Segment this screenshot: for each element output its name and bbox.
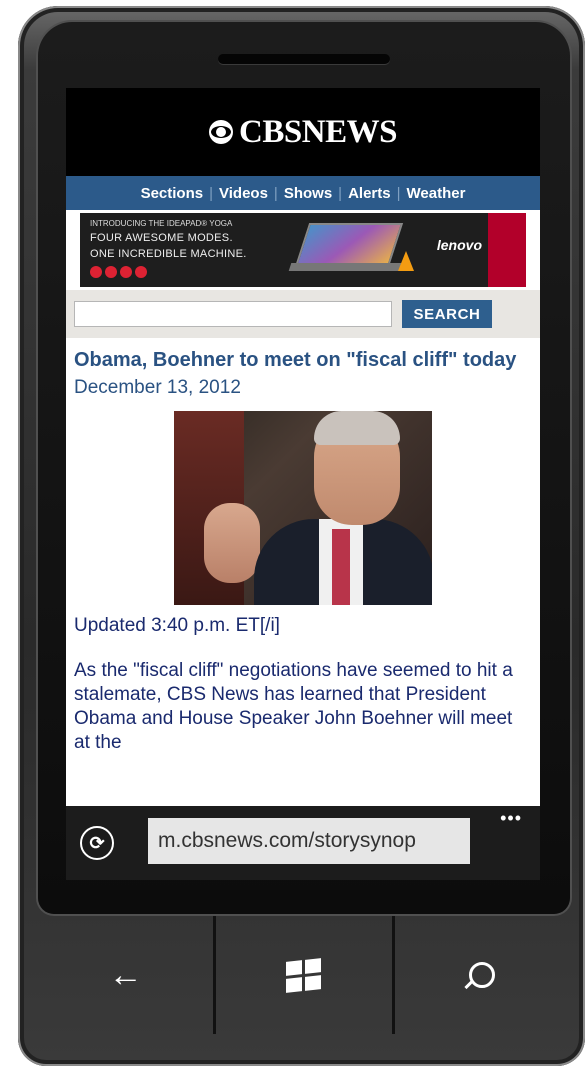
ad-kicker: INTRODUCING THE IDEAPAD® YOGA <box>90 219 233 228</box>
ad-red-tag <box>488 213 526 287</box>
nav-item-shows[interactable]: Shows <box>278 185 338 202</box>
browser-address-bar: ⟳ m.cbsnews.com/storysynop ••• <box>66 806 540 880</box>
article-headline[interactable]: Obama, Boehner to meet on "fiscal cliff"… <box>74 348 532 373</box>
site-header: CBSNEWS <box>66 88 540 176</box>
ad-line-2: ONE INCREDIBLE MACHINE. <box>90 248 247 260</box>
search-hardware-button[interactable] <box>395 916 570 1034</box>
cone-icon <box>398 251 414 271</box>
windows-logo-icon <box>286 957 322 993</box>
more-options-icon[interactable]: ••• <box>500 808 522 829</box>
updated-time: Updated 3:40 p.m. ET[/i] <box>74 615 280 636</box>
nav-item-alerts[interactable]: Alerts <box>342 185 397 202</box>
lenovo-ad-banner[interactable]: INTRODUCING THE IDEAPAD® YOGA FOUR AWESO… <box>80 213 526 287</box>
ad-mode-icons <box>90 266 290 278</box>
browser-viewport: CBSNEWS Sections | Videos | Shows | Aler… <box>66 88 540 880</box>
section-nav: Sections | Videos | Shows | Alerts | Wea… <box>66 176 540 210</box>
article-date: December 13, 2012 <box>74 377 241 398</box>
search-icon <box>469 962 496 988</box>
nav-item-weather[interactable]: Weather <box>401 185 472 202</box>
refresh-icon[interactable]: ⟳ <box>80 826 114 860</box>
article: Obama, Boehner to meet on "fiscal cliff"… <box>66 338 540 755</box>
search-button[interactable]: SEARCH <box>402 300 492 328</box>
ad-container: INTRODUCING THE IDEAPAD® YOGA FOUR AWESO… <box>66 210 540 290</box>
back-button[interactable]: ← <box>38 916 217 1034</box>
back-arrow-icon: ← <box>108 955 143 994</box>
article-photo[interactable] <box>174 411 432 605</box>
article-body: As the "fiscal cliff" negotiations have … <box>74 660 513 753</box>
search-input[interactable] <box>74 301 392 327</box>
site-logo[interactable]: CBSNEWS <box>239 114 397 151</box>
nav-item-sections[interactable]: Sections <box>135 185 210 202</box>
search-bar: SEARCH <box>66 290 540 338</box>
cbs-eye-logo-icon <box>209 120 234 144</box>
laptop-image <box>294 223 404 267</box>
url-field[interactable]: m.cbsnews.com/storysynop <box>148 818 470 864</box>
earpiece-speaker <box>218 54 390 64</box>
ad-brand-logo: lenovo <box>436 237 482 253</box>
nav-item-videos[interactable]: Videos <box>213 185 274 202</box>
ad-line-1: FOUR AWESOME MODES. <box>90 232 233 244</box>
hardware-buttons: ← <box>38 916 570 1034</box>
start-button[interactable] <box>216 916 395 1034</box>
